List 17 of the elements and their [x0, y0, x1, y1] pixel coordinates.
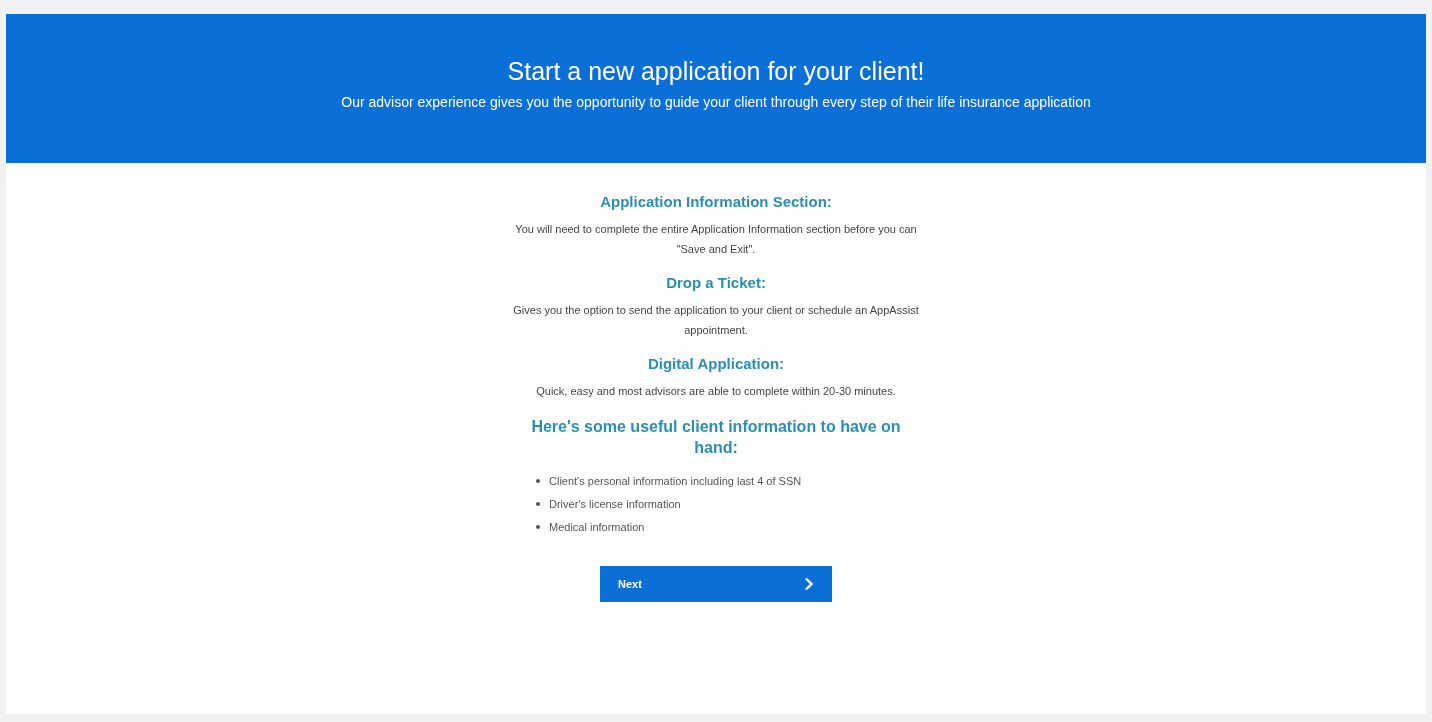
banner-title: Start a new application for your client! — [507, 57, 925, 86]
next-button[interactable]: Next — [600, 566, 832, 602]
checklist-item: Driver's license information — [549, 497, 681, 510]
bullet-icon — [536, 524, 540, 529]
section-heading: Drop a Ticket: — [666, 274, 766, 291]
checklist-item: Medical information — [549, 520, 645, 533]
section-text: Gives you the option to send the application to your client or schedule an AppAssist appointment. — [512, 303, 920, 338]
chevron-right-icon — [804, 577, 814, 591]
checklist-item: Client's personal information including last 4 of SSN — [549, 474, 802, 487]
banner-subtitle: Our advisor experience gives you the opportunity to guide your client through every step of their life insurance application — [341, 94, 1091, 110]
section-text: Quick, easy and most advisors are able to complete within 20-30 minutes. — [535, 384, 897, 399]
checklist-heading: Here's some useful client information to have on hand: — [530, 417, 902, 458]
bullet-icon — [536, 478, 540, 483]
section-heading: Digital Application: — [647, 355, 785, 372]
section-text: You will need to complete the entire Application Information section before you can "Save and Exit". — [514, 222, 918, 257]
section-heading: Application Information Section: — [600, 193, 832, 210]
bullet-icon — [536, 501, 540, 506]
